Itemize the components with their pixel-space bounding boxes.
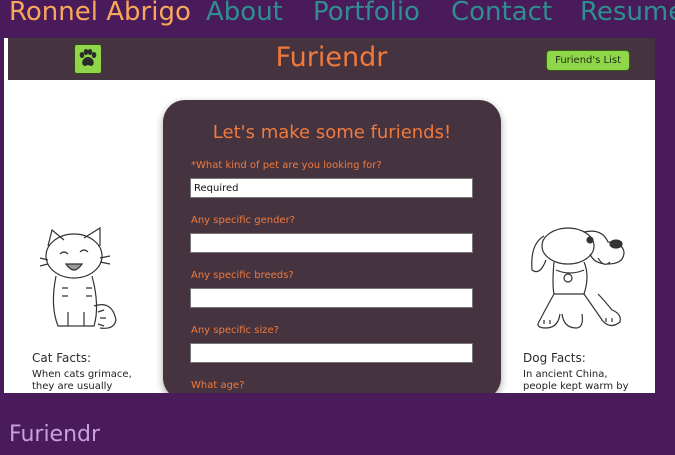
- nav-link-resume[interactable]: Resume: [580, 0, 675, 27]
- dog-facts-title: Dog Facts:: [523, 351, 586, 365]
- gender-input[interactable]: [190, 233, 473, 253]
- cat-facts-text-line2: they are usually: [32, 381, 113, 392]
- search-form-card: Let's make some furiends! *What kind of …: [163, 100, 501, 393]
- dog-facts-text-line1: In ancient China,: [523, 369, 608, 380]
- cat-facts-panel: Cat Facts: When cats grimace, they are u…: [8, 80, 163, 393]
- age-label: What age?: [191, 380, 245, 391]
- furiends-list-button[interactable]: Furiend's List: [546, 50, 630, 71]
- nav-link-contact[interactable]: Contact: [451, 0, 552, 27]
- gender-label: Any specific gender?: [191, 215, 295, 226]
- size-label: Any specific size?: [191, 325, 279, 336]
- form-title: Let's make some furiends!: [212, 122, 452, 143]
- cat-facts-text-line1: When cats grimace,: [32, 369, 132, 380]
- nav-link-portfolio[interactable]: Portfolio: [313, 0, 420, 27]
- site-brand[interactable]: Ronnel Abrigo: [9, 0, 191, 27]
- top-nav: Ronnel Abrigo About Portfolio Contact Re…: [0, 0, 675, 32]
- dog-facts-panel: Dog Facts: In ancient China, people kept…: [500, 80, 655, 393]
- size-input[interactable]: [190, 343, 473, 363]
- cat-illustration: [39, 226, 117, 329]
- nav-link-about[interactable]: About: [206, 0, 283, 27]
- cat-facts-title: Cat Facts:: [32, 351, 92, 365]
- dog-facts-text-line2: people kept warm by: [523, 381, 629, 392]
- pet-type-input[interactable]: [190, 178, 473, 198]
- dog-illustration: [531, 227, 625, 329]
- breeds-input[interactable]: [190, 288, 473, 308]
- breeds-label: Any specific breeds?: [191, 270, 294, 281]
- pet-type-label: *What kind of pet are you looking for?: [191, 160, 382, 171]
- footer-title: Furiendr: [9, 422, 101, 447]
- page: Ronnel Abrigo About Portfolio Contact Re…: [0, 0, 675, 455]
- app-header: Furiendr Furiend's List: [8, 38, 655, 80]
- app-frame: Furiendr Furiend's List Cat Facts: When …: [4, 38, 655, 393]
